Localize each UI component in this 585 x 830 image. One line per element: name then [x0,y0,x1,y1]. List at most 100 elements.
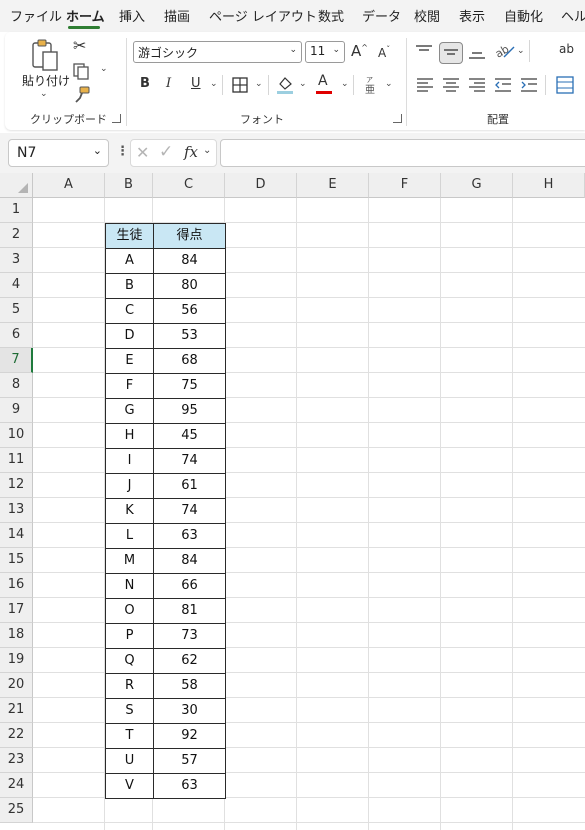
grow-font-button[interactable]: A^ [351,42,368,60]
tab-formulas[interactable]: 数式 [318,6,344,25]
copy-dropdown-chevron-icon[interactable]: ⌄ [100,64,108,74]
cancel-icon[interactable]: ✕ [136,143,149,162]
underline-chevron-icon[interactable]: ⌄ [210,79,218,89]
format-painter-icon[interactable] [73,86,91,104]
score-cell[interactable]: 95 [153,398,226,424]
student-cell[interactable]: Q [105,648,154,674]
score-cell[interactable]: 74 [153,448,226,474]
student-cell[interactable]: O [105,598,154,624]
row-header-24[interactable]: 24 [0,773,33,798]
cut-icon[interactable]: ✂ [73,36,86,55]
row-header-14[interactable]: 14 [0,523,33,548]
tab-draw[interactable]: 描画 [164,6,190,25]
score-cell[interactable]: 73 [153,623,226,649]
student-cell[interactable]: S [105,698,154,724]
column-header-a[interactable]: A [33,173,105,198]
italic-button[interactable]: I [166,76,171,91]
student-cell[interactable]: U [105,748,154,774]
score-cell[interactable]: 92 [153,723,226,749]
fill-color-icon[interactable] [276,75,294,95]
more-options-icon[interactable]: ⋮ [116,144,129,159]
student-cell[interactable]: B [105,273,154,299]
row-header-10[interactable]: 10 [0,423,33,448]
name-box[interactable]: N7 ⌄ [8,139,109,167]
row-header-15[interactable]: 15 [0,548,33,573]
align-top-icon[interactable] [415,43,433,59]
student-cell[interactable]: G [105,398,154,424]
row-header-22[interactable]: 22 [0,723,33,748]
score-cell[interactable]: 53 [153,323,226,349]
font-size-combo[interactable]: 11 ⌄ [305,41,345,63]
student-cell[interactable]: N [105,573,154,599]
score-cell[interactable]: 66 [153,573,226,599]
enter-icon[interactable]: ✓ [159,142,173,162]
row-header-8[interactable]: 8 [0,373,33,398]
merge-center-icon[interactable] [556,76,574,94]
fill-color-chevron-icon[interactable]: ⌄ [299,79,307,89]
font-color-chevron-icon[interactable]: ⌄ [341,79,349,89]
phonetic-guide-icon[interactable]: ア 亜 [363,75,377,95]
row-header-1[interactable]: 1 [0,198,33,223]
row-header-21[interactable]: 21 [0,698,33,723]
student-cell[interactable]: E [105,348,154,374]
row-header-3[interactable]: 3 [0,248,33,273]
column-header-e[interactable]: E [297,173,369,198]
column-header-h[interactable]: H [513,173,585,198]
select-all-button[interactable] [0,173,33,198]
score-cell[interactable]: 63 [153,773,226,799]
tab-help[interactable]: ヘル [561,6,585,25]
score-cell[interactable]: 75 [153,373,226,399]
score-cell[interactable]: 84 [153,248,226,274]
align-right-icon[interactable] [468,77,486,93]
row-header-23[interactable]: 23 [0,748,33,773]
underline-button[interactable]: U [191,76,201,91]
tab-data[interactable]: データ [362,6,401,25]
student-cell[interactable]: V [105,773,154,799]
chevron-down-icon[interactable]: ⌄ [203,145,211,156]
student-cell[interactable]: R [105,673,154,699]
tab-home[interactable]: ホーム [66,6,105,25]
score-cell[interactable]: 80 [153,273,226,299]
score-cell[interactable]: 56 [153,298,226,324]
column-header-d[interactable]: D [225,173,297,198]
table-header-cell[interactable]: 得点 [153,223,226,249]
row-header-4[interactable]: 4 [0,273,33,298]
paste-label[interactable]: 貼り付け [22,72,70,89]
student-cell[interactable]: D [105,323,154,349]
student-cell[interactable]: F [105,373,154,399]
font-color-button[interactable]: A [318,73,328,89]
shrink-font-button[interactable]: Aˇ [378,45,390,60]
score-cell[interactable]: 63 [153,523,226,549]
score-cell[interactable]: 81 [153,598,226,624]
paste-icon[interactable] [30,38,60,72]
row-header-7[interactable]: 7 [0,348,33,373]
row-header-5[interactable]: 5 [0,298,33,323]
score-cell[interactable]: 58 [153,673,226,699]
font-name-combo[interactable]: 游ゴシック ⌄ [133,41,302,63]
phonetic-chevron-icon[interactable]: ⌄ [385,79,393,89]
student-cell[interactable]: C [105,298,154,324]
bold-button[interactable]: B [140,76,150,91]
decrease-indent-icon[interactable] [494,77,512,93]
column-header-b[interactable]: B [105,173,153,198]
row-header-12[interactable]: 12 [0,473,33,498]
row-header-25[interactable]: 25 [0,798,33,823]
tab-page-layout[interactable]: ページ レイアウト [209,6,317,25]
score-cell[interactable]: 57 [153,748,226,774]
row-header-2[interactable]: 2 [0,223,33,248]
student-cell[interactable]: A [105,248,154,274]
student-cell[interactable]: J [105,473,154,499]
tab-review[interactable]: 校閲 [414,6,440,25]
column-header-g[interactable]: G [441,173,513,198]
score-cell[interactable]: 45 [153,423,226,449]
column-header-c[interactable]: C [153,173,225,198]
wrap-text-icon[interactable]: ab [559,42,574,56]
tab-automate[interactable]: 自動化 [504,6,543,25]
table-header-cell[interactable]: 生徒 [105,223,154,249]
row-header-9[interactable]: 9 [0,398,33,423]
student-cell[interactable]: H [105,423,154,449]
orientation-chevron-icon[interactable]: ⌄ [517,46,525,56]
insert-function-button[interactable]: fx [184,143,198,161]
tab-file[interactable]: ファイル [10,6,62,25]
student-cell[interactable]: T [105,723,154,749]
